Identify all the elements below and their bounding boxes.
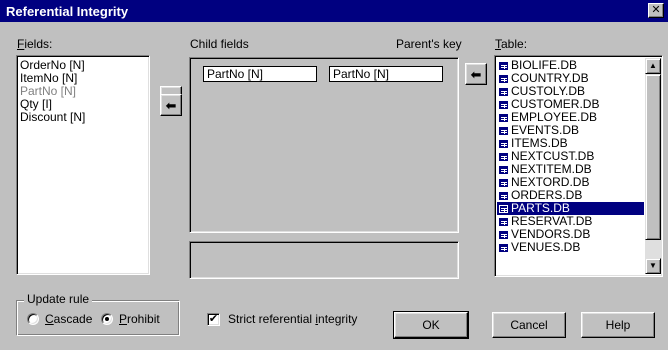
table-list-scrollbar[interactable]: ▲ ▼ <box>645 58 661 274</box>
table-icon <box>499 61 508 70</box>
table-icon <box>499 152 508 161</box>
table-icon <box>499 87 508 96</box>
close-icon: ✕ <box>651 4 661 16</box>
update-rule-label: Update rule <box>24 292 93 306</box>
remove-key-button[interactable]: ⬅ <box>465 63 487 85</box>
table-icon <box>499 113 508 122</box>
table-icon <box>499 217 508 226</box>
child-fields-label: Child fields <box>190 37 249 51</box>
parents-key-label: Parent's key <box>396 37 462 51</box>
prohibit-radio-option[interactable]: Prohibit <box>101 312 160 326</box>
strict-integrity-label: Strict referential integrity <box>228 312 358 326</box>
arrow-left-icon: ⬅ <box>470 66 482 82</box>
table-icon <box>499 191 508 200</box>
triangle-down-icon: ▼ <box>649 261 657 270</box>
prohibit-label: Prohibit <box>119 312 160 326</box>
cascade-radio-option[interactable]: Cascade <box>27 312 92 326</box>
field-mapping-panel: PartNo [N] PartNo [N] <box>189 57 459 233</box>
table-icon <box>499 126 508 135</box>
title-bar: Referential Integrity ✕ <box>0 0 668 22</box>
child-field-value[interactable]: PartNo [N] <box>203 66 317 82</box>
strict-integrity-checkbox[interactable]: ✔ <box>207 312 220 326</box>
table-icon <box>499 243 508 252</box>
table-name: VENUES.DB <box>511 240 581 254</box>
cancel-button[interactable]: Cancel <box>492 312 566 338</box>
table-icon <box>499 74 508 83</box>
ok-button[interactable]: OK <box>393 311 469 339</box>
status-panel <box>189 241 459 279</box>
table-list[interactable]: BIOLIFE.DB COUNTRY.DB CUSTOLY.DB CUSTOMER.D… <box>494 55 663 277</box>
table-icon <box>499 230 508 239</box>
checkmark-icon: ✔ <box>208 312 219 325</box>
radio-dot-icon <box>105 317 109 321</box>
table-icon <box>499 100 508 109</box>
scroll-down-button[interactable]: ▼ <box>645 258 661 274</box>
table-icon <box>499 165 508 174</box>
scroll-thumb[interactable] <box>645 74 661 240</box>
cascade-label: Cascade <box>45 312 93 326</box>
strict-integrity-option[interactable]: ✔ Strict referential integrity <box>207 312 357 326</box>
cascade-radio[interactable] <box>27 313 39 325</box>
help-button[interactable]: Help <box>581 312 655 338</box>
parent-key-value[interactable]: PartNo [N] <box>329 66 443 82</box>
field-list-item[interactable]: Discount [N] <box>17 111 149 124</box>
table-icon <box>499 204 508 213</box>
fields-label: Fields: <box>17 37 53 51</box>
table-icon <box>499 178 508 187</box>
arrow-left-icon: ⬅ <box>165 97 177 113</box>
table-icon <box>499 139 508 148</box>
table-label: Table: <box>495 37 528 51</box>
triangle-up-icon: ▲ <box>649 61 657 70</box>
fields-list[interactable]: OrderNo [N] ItemNo [N] PartNo [N] Qty [I] Di… <box>16 55 150 275</box>
close-button[interactable]: ✕ <box>648 3 664 18</box>
scroll-up-button[interactable]: ▲ <box>645 58 661 74</box>
remove-field-button[interactable]: ⬅ <box>160 94 182 116</box>
prohibit-radio[interactable] <box>101 313 113 325</box>
table-list-item[interactable]: VENUES.DB <box>497 241 644 254</box>
window-title: Referential Integrity <box>6 3 129 19</box>
